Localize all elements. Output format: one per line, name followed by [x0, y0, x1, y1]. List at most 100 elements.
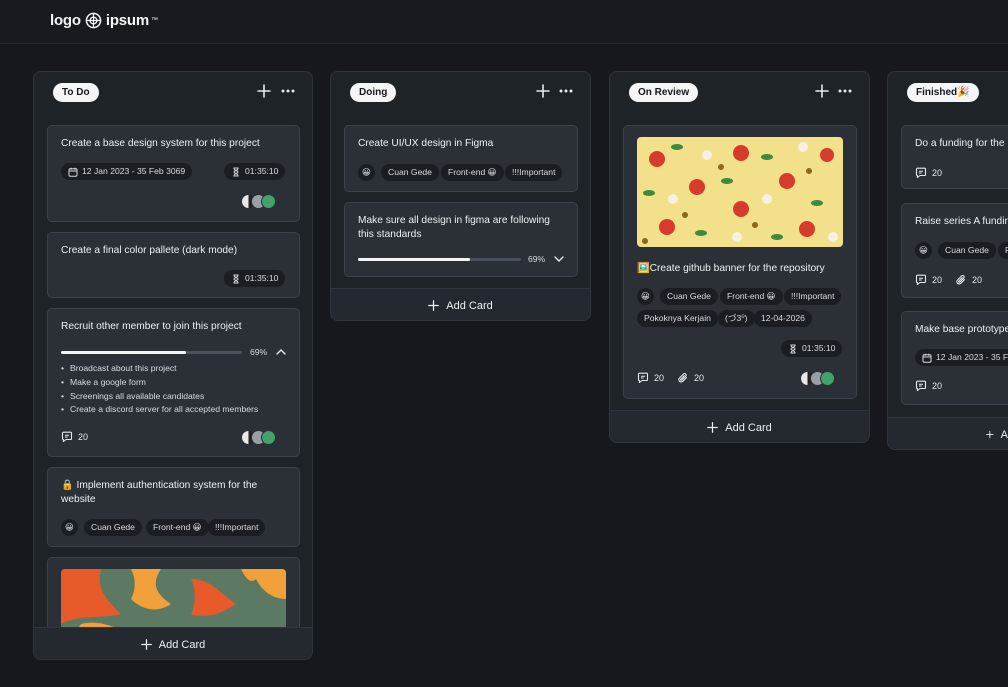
- checklist: Broadcast about this project Make a goog…: [61, 362, 258, 417]
- top-bar: logo ipsum ™: [0, 0, 1008, 44]
- comments-value: 20: [78, 432, 89, 442]
- comments-count[interactable]: 20: [915, 274, 942, 286]
- task-card[interactable]: 🖼️Create github banner for the repositor…: [623, 125, 857, 399]
- timer: 01:35:10: [245, 273, 279, 283]
- tag-chip[interactable]: (づ3⁰): [718, 310, 755, 327]
- add-card-button[interactable]: Add Card: [331, 288, 590, 320]
- plus-icon: [141, 639, 152, 650]
- add-icon[interactable]: [257, 84, 271, 98]
- timer: 01:35:10: [802, 343, 836, 353]
- tag-chip[interactable]: Cuan Gede: [84, 519, 142, 536]
- tag-chip[interactable]: Pokoknya Kerjain: [637, 310, 718, 327]
- card-title: Make sure all design in figma are follow…: [358, 215, 550, 240]
- card-title: Raise series A fundin: [915, 216, 1008, 227]
- tag-chip[interactable]: !!!Important: [208, 519, 266, 536]
- logo-tm: ™: [151, 17, 158, 24]
- column-header: Doing: [331, 72, 590, 114]
- card-title: Recruit other member to join this projec…: [61, 321, 242, 332]
- checklist-item: Create a discord server for all accepted…: [61, 403, 258, 417]
- progress-percent: 69%: [250, 347, 268, 357]
- task-card[interactable]: Raise series A fundin 😀 Cuan Gede F 20 2…: [901, 203, 1008, 298]
- column-finished: Finished🎉 Do a funding for the p 20 Rais…: [887, 71, 1008, 450]
- more-options-icon[interactable]: [558, 85, 574, 97]
- date-range: 12 Jan 2023 - 35 Feb 3069: [82, 166, 186, 176]
- checklist-item: Broadcast about this project: [61, 362, 258, 376]
- tag-chip[interactable]: Cuan Gede: [938, 242, 996, 259]
- more-options-icon[interactable]: [280, 85, 296, 97]
- column-header: To Do: [34, 72, 312, 114]
- tag-chip[interactable]: Front-end 😀: [720, 288, 783, 305]
- date-range: 12 Jan 2023 - 35 F: [936, 352, 1008, 362]
- logo-text-right: ipsum: [105, 12, 150, 29]
- tag-chip[interactable]: 😀: [61, 519, 78, 536]
- add-card-label: Add Card: [446, 299, 493, 312]
- add-icon[interactable]: [815, 84, 829, 98]
- assignees[interactable]: [800, 371, 835, 386]
- plus-icon: [707, 422, 718, 433]
- progress-fill: [358, 258, 471, 261]
- task-card[interactable]: Create a base design system for this pro…: [47, 125, 300, 222]
- progress-bar: [358, 258, 521, 261]
- timer: 01:35:10: [245, 166, 279, 176]
- add-card-button[interactable]: A: [888, 417, 1008, 449]
- comments-count[interactable]: 20: [61, 431, 88, 443]
- add-icon[interactable]: [536, 84, 550, 98]
- column-doing: Doing Create UI/UX design in Figma 😀 Cua…: [330, 71, 591, 321]
- attachments-count[interactable]: 20: [955, 274, 982, 286]
- comments-count[interactable]: 20: [915, 167, 942, 179]
- tag-chip[interactable]: 12-04-2026: [754, 310, 812, 327]
- date-range-chip: 12 Jan 2023 - 35 Feb 3069: [61, 163, 193, 180]
- checklist-item: Make a google form: [61, 376, 258, 390]
- date-range-chip: 12 Jan 2023 - 35 F: [915, 349, 1008, 366]
- avatar: [261, 194, 276, 209]
- card-title: Create a base design system for this pro…: [61, 138, 260, 149]
- task-card[interactable]: 🔒 Implement authentication system for th…: [47, 467, 300, 547]
- add-card-button[interactable]: Add Card: [610, 410, 869, 442]
- avatar: [820, 371, 835, 386]
- column-todo: To Do Create a base design system for th…: [33, 71, 313, 660]
- plus-icon: [986, 429, 994, 440]
- hourglass-icon: [231, 274, 241, 284]
- hourglass-icon: [788, 344, 798, 354]
- tag-chip[interactable]: 😀: [915, 242, 932, 259]
- attachments-value: 20: [972, 275, 983, 285]
- column-title: To Do: [53, 83, 99, 102]
- attachments-value: 20: [694, 373, 705, 383]
- assignees[interactable]: [241, 194, 276, 209]
- comments-count[interactable]: 20: [637, 372, 664, 384]
- task-card[interactable]: Create a final color pallete (dark mode)…: [47, 232, 300, 298]
- task-card[interactable]: [47, 557, 300, 639]
- chevron-down-icon[interactable]: [553, 253, 565, 265]
- comments-value: 20: [932, 275, 943, 285]
- add-card-button[interactable]: Add Card: [34, 627, 312, 659]
- task-card[interactable]: Make sure all design in figma are follow…: [344, 202, 578, 277]
- assignees[interactable]: [241, 430, 276, 445]
- comments-value: 20: [932, 168, 943, 178]
- tag-chip[interactable]: Front-end 😀: [441, 164, 504, 181]
- logo-mark-icon: [85, 12, 102, 29]
- tag-chip[interactable]: Front-end 😀: [146, 519, 209, 536]
- tag-chip[interactable]: 😀: [358, 164, 375, 181]
- tag-chip[interactable]: F: [998, 242, 1008, 259]
- task-card[interactable]: Make base prototype 12 Jan 2023 - 35 F 2…: [901, 311, 1008, 405]
- tag-chip[interactable]: Cuan Gede: [660, 288, 718, 305]
- tag-chip[interactable]: 😀: [637, 288, 654, 305]
- chevron-up-icon[interactable]: [275, 346, 287, 358]
- column-title: On Review: [629, 83, 699, 102]
- attachments-count[interactable]: 20: [677, 372, 704, 384]
- task-card[interactable]: Do a funding for the p 20: [901, 125, 1008, 189]
- tag-chip[interactable]: !!!Important: [505, 164, 563, 181]
- comments-count[interactable]: 20: [915, 380, 942, 392]
- progress-bar: [61, 351, 242, 354]
- column-on-review: On Review 🖼️Create github banner for the…: [609, 71, 870, 443]
- task-card[interactable]: Create UI/UX design in Figma 😀 Cuan Gede…: [344, 125, 578, 192]
- logo[interactable]: logo ipsum ™: [50, 12, 158, 29]
- more-options-icon[interactable]: [837, 85, 853, 97]
- tag-chip[interactable]: Cuan Gede: [381, 164, 439, 181]
- hourglass-icon: [231, 167, 241, 177]
- comment-icon: [915, 167, 927, 179]
- tag-chip[interactable]: !!!Important: [784, 288, 842, 305]
- paperclip-icon: [677, 372, 689, 384]
- task-card[interactable]: Recruit other member to join this projec…: [47, 308, 300, 457]
- card-title: Create a final color pallete (dark mode): [61, 245, 238, 256]
